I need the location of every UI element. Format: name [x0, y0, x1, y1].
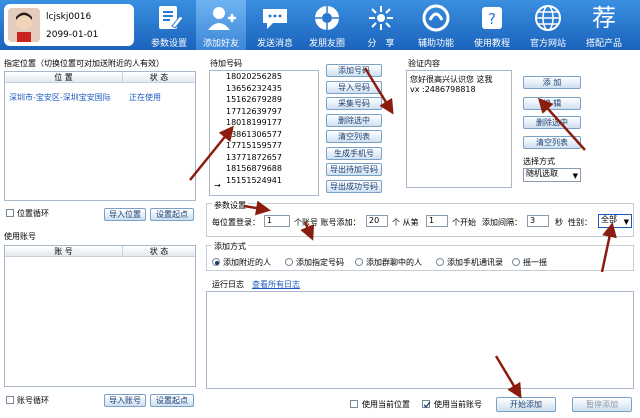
arrow-icon — [494, 355, 522, 399]
arrow-icon — [363, 67, 394, 115]
annotation-arrows — [189, 67, 617, 399]
arrow-icon — [600, 222, 617, 273]
arrow-icon — [537, 97, 586, 151]
arrow-icon — [189, 125, 234, 181]
arrow-icon — [243, 200, 271, 216]
arrow-icon — [300, 221, 315, 241]
